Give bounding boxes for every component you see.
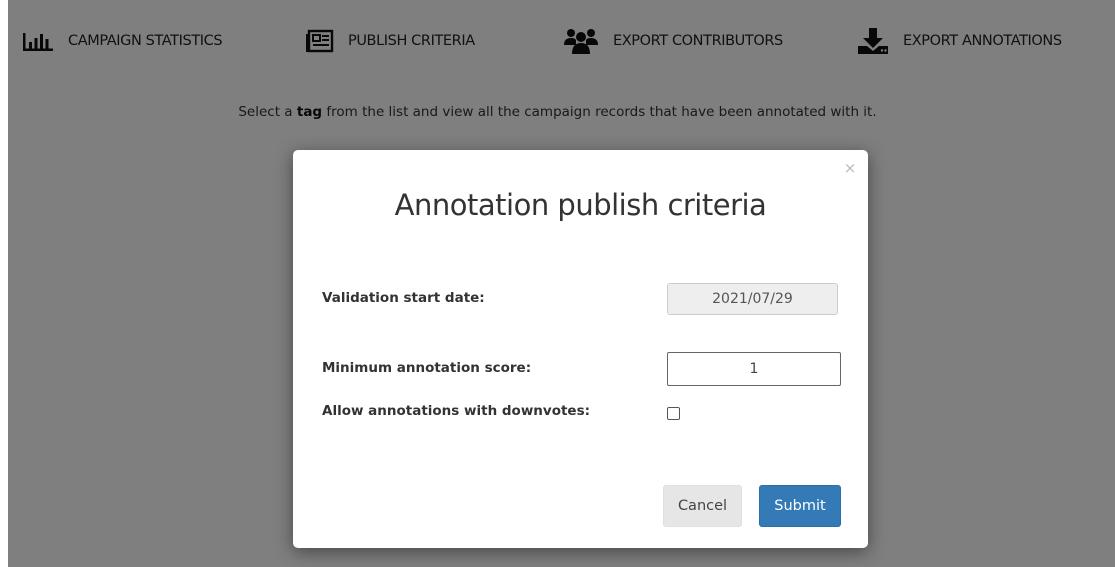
- minimum-annotation-score-label: Minimum annotation score:: [322, 360, 532, 376]
- modal-title: Annotation publish criteria: [394, 188, 767, 222]
- cancel-button[interactable]: Cancel: [663, 485, 742, 527]
- validation-start-date-field[interactable]: [667, 283, 838, 315]
- allow-downvotes-checkbox[interactable]: [667, 407, 680, 420]
- allow-downvotes-label: Allow annotations with downvotes:: [322, 403, 591, 419]
- close-icon[interactable]: ×: [842, 160, 858, 176]
- minimum-annotation-score-field[interactable]: [667, 352, 841, 386]
- publish-criteria-modal: × Annotation publish criteria Validation…: [293, 150, 868, 548]
- submit-button[interactable]: Submit: [759, 485, 841, 527]
- validation-start-date-label: Validation start date:: [322, 290, 485, 306]
